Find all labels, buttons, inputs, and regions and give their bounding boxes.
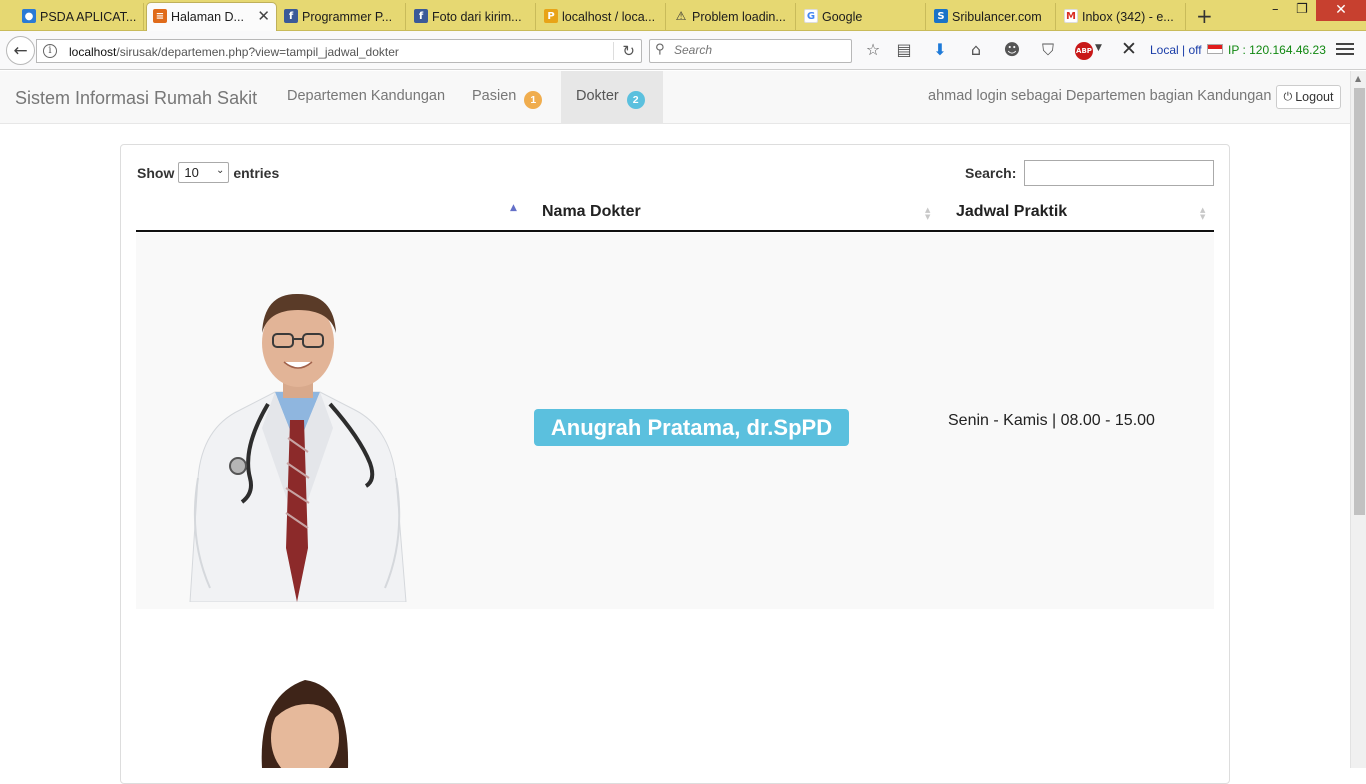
column-header-nama-dokter[interactable]: Nama Dokter: [542, 203, 641, 221]
scrollbar-thumb[interactable]: [1354, 88, 1365, 515]
tab-label: Inbox (342) - e...: [1082, 10, 1174, 24]
reader-list-icon[interactable]: ▤: [894, 40, 914, 60]
tab-label: localhost / loca...: [562, 10, 656, 24]
tab-label: Halaman D...: [171, 10, 244, 24]
arrow-left-icon: ←: [13, 40, 28, 61]
logout-button[interactable]: ⏻ Logout: [1276, 85, 1341, 109]
facebook-icon: f: [414, 9, 428, 23]
close-tab-icon[interactable]: ✕: [257, 7, 270, 25]
x-addon-icon[interactable]: ✕: [1121, 38, 1137, 60]
table-search-label: Search:: [965, 165, 1017, 181]
browser-search-box[interactable]: ⚲: [649, 39, 852, 63]
tab-label: Foto dari kirim...: [432, 10, 522, 24]
sort-ascending-icon[interactable]: ▲: [510, 203, 517, 213]
tab-label: Sribulancer.com: [952, 10, 1042, 24]
browser-toolbar: ← i localhost/sirusak/departemen.php?vie…: [0, 31, 1366, 70]
sort-both-icon[interactable]: ▲ ▼: [925, 207, 930, 221]
dokter-count-badge: 2: [626, 91, 645, 109]
new-tab-icon[interactable]: +: [1196, 4, 1213, 28]
doctor-photo: [189, 293, 407, 602]
power-icon: ⏻: [1283, 90, 1293, 103]
entries-length-control: Show 10 ⌄ entries: [137, 162, 279, 183]
browser-tab-strip: ● PSDA APLICAT... ≡ Halaman D... ✕ f Pro…: [0, 0, 1366, 31]
sribulancer-icon: S: [934, 9, 948, 23]
warning-icon: ⚠: [675, 9, 687, 23]
tab-label: PSDA APLICAT...: [40, 10, 137, 24]
nav-item-label: Dokter: [576, 88, 619, 104]
url-bar[interactable]: i localhost/sirusak/departemen.php?view=…: [36, 39, 642, 63]
browser-tab[interactable]: ● PSDA APLICAT...: [16, 3, 144, 31]
drop-icon: ●: [22, 9, 36, 23]
minimize-icon[interactable]: –: [1272, 2, 1279, 17]
nav-item-label: Pasien: [472, 88, 517, 104]
home-icon[interactable]: ⌂: [966, 40, 986, 60]
app-brand[interactable]: Sistem Informasi Rumah Sakit: [15, 88, 257, 109]
doctor-photo: [261, 680, 349, 768]
show-label: Show: [137, 164, 175, 181]
smiley-icon[interactable]: ☻: [1002, 40, 1022, 60]
tab-label: Problem loadin...: [692, 10, 786, 24]
doctor-name-label: Anugrah Pratama, dr.SpPD: [534, 409, 849, 446]
menu-icon[interactable]: [1336, 40, 1354, 56]
nav-item-departemen[interactable]: Departemen Kandungan: [272, 71, 460, 123]
entries-label: entries: [233, 164, 280, 181]
login-status-text: ahmad login sebagai Departemen bagian Ka…: [928, 88, 1280, 104]
url-text[interactable]: localhost/sirusak/departemen.php?view=ta…: [69, 45, 399, 59]
sort-both-icon[interactable]: ▲ ▼: [1200, 207, 1205, 221]
flag-icon: [1207, 44, 1223, 54]
addon-local-status[interactable]: Local | off: [1150, 43, 1202, 57]
nav-item-pasien[interactable]: Pasien 1: [457, 71, 557, 123]
addon-ip-address: IP : 120.164.46.23: [1228, 43, 1326, 57]
nav-item-label: Departemen Kandungan: [287, 88, 446, 104]
table-search-input[interactable]: [1024, 160, 1214, 186]
reload-icon[interactable]: ↻: [613, 42, 635, 60]
back-button[interactable]: ←: [6, 36, 35, 65]
chevron-down-icon: ⌄: [215, 165, 225, 176]
browser-tab[interactable]: M Inbox (342) - e...: [1058, 3, 1186, 31]
url-host: localhost: [69, 45, 117, 59]
app-navbar: Sistem Informasi Rumah Sakit Departemen …: [0, 71, 1350, 124]
gmail-icon: M: [1064, 9, 1078, 23]
browser-tab-active[interactable]: ≡ Halaman D... ✕: [146, 2, 277, 31]
search-icon: ⚲: [655, 42, 665, 57]
phpmyadmin-icon: P: [544, 9, 558, 23]
browser-search-input[interactable]: [674, 43, 844, 57]
window-close-icon[interactable]: ✕: [1316, 0, 1366, 21]
entries-value: 10: [184, 165, 199, 180]
pasien-count-badge: 1: [524, 91, 543, 109]
url-path: /sirusak/departemen.php?view=tampil_jadw…: [116, 45, 399, 59]
browser-tab[interactable]: S Sribulancer.com: [928, 3, 1056, 31]
logout-label: Logout: [1295, 90, 1334, 104]
nav-item-dokter[interactable]: Dokter 2: [561, 71, 663, 123]
vertical-scrollbar[interactable]: ▲: [1350, 71, 1366, 768]
doctor-schedule: Senin - Kamis | 08.00 - 15.00: [948, 412, 1155, 429]
facebook-icon: f: [284, 9, 298, 23]
pocket-icon[interactable]: ⛉: [1038, 40, 1058, 60]
download-icon[interactable]: ⬇: [930, 40, 950, 60]
restore-icon[interactable]: ❐: [1296, 2, 1308, 17]
tab-label: Google: [822, 10, 863, 24]
chevron-down-icon[interactable]: ▼: [1095, 43, 1102, 53]
info-icon[interactable]: i: [43, 44, 57, 58]
browser-tab[interactable]: f Programmer P...: [278, 3, 406, 31]
browser-tab[interactable]: G Google: [798, 3, 926, 31]
entries-select[interactable]: 10 ⌄: [178, 162, 230, 183]
browser-tab[interactable]: P localhost / loca...: [538, 3, 666, 31]
tab-label: Programmer P...: [302, 10, 393, 24]
page-icon: ≡: [153, 9, 167, 23]
table-header: ▲ Nama Dokter ▲ ▼ Jadwal Praktik ▲ ▼: [136, 195, 1214, 232]
column-header-jadwal-praktik[interactable]: Jadwal Praktik: [956, 203, 1067, 221]
browser-tab[interactable]: f Foto dari kirim...: [408, 3, 536, 31]
browser-tab[interactable]: ⚠ Problem loadin...: [668, 3, 796, 31]
adblock-icon[interactable]: ABP: [1075, 42, 1093, 60]
bookmark-star-icon[interactable]: ☆: [863, 40, 883, 60]
scroll-up-icon[interactable]: ▲: [1355, 74, 1361, 83]
google-icon: G: [804, 9, 818, 23]
